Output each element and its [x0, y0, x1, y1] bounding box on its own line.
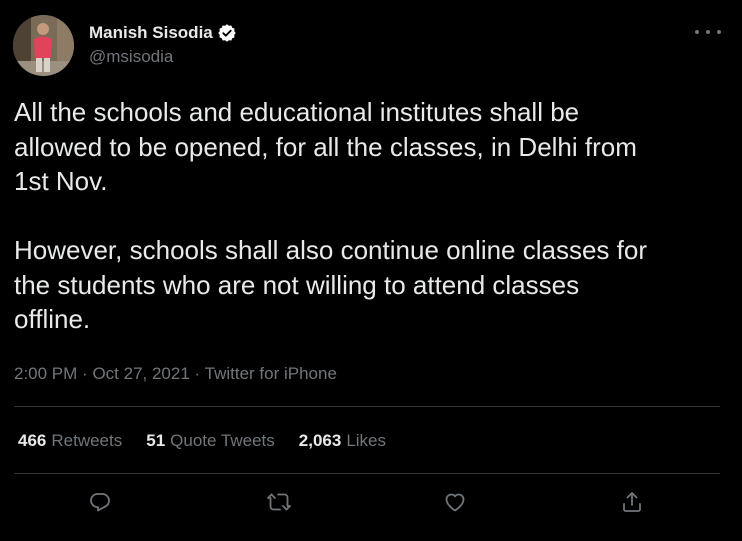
likes-label: Likes	[346, 431, 386, 450]
tweet-meta: 2:00 PM · Oct 27, 2021 · Twitter for iPh…	[14, 363, 337, 385]
reply-icon	[90, 493, 110, 512]
author-display-name[interactable]: Manish Sisodia	[89, 22, 213, 44]
quote-tweets-count: 51	[146, 431, 166, 450]
share-icon	[623, 492, 641, 512]
retweets-label: Retweets	[51, 431, 123, 450]
engagement-stats: 466 Retweets 51 Quote Tweets 2,063 Likes	[18, 430, 410, 452]
tweet-date[interactable]: Oct 27, 2021	[92, 364, 189, 383]
avatar[interactable]	[13, 15, 74, 76]
retweets-stat[interactable]: 466 Retweets	[18, 430, 122, 452]
divider	[14, 406, 720, 407]
divider	[14, 473, 720, 474]
tweet-time[interactable]: 2:00 PM	[14, 364, 77, 383]
share-button[interactable]	[619, 489, 645, 515]
meta-separator: ·	[82, 364, 88, 383]
likes-stat[interactable]: 2,063 Likes	[299, 430, 386, 452]
retweet-icon	[267, 493, 291, 511]
quote-tweets-stat[interactable]: 51 Quote Tweets	[146, 430, 275, 452]
retweet-button[interactable]	[266, 489, 292, 515]
meta-separator: ·	[194, 364, 201, 383]
reply-button[interactable]	[87, 489, 113, 515]
like-button[interactable]	[442, 489, 468, 515]
author-handle[interactable]: @msisodia	[89, 47, 173, 67]
retweets-count: 466	[18, 431, 47, 450]
like-icon	[445, 493, 465, 512]
quote-tweets-label: Quote Tweets	[170, 431, 275, 450]
author-name-row[interactable]: Manish Sisodia	[89, 22, 237, 44]
likes-count: 2,063	[298, 431, 342, 450]
tweet-text: All the schools and educational institut…	[14, 97, 648, 334]
tweet-source[interactable]: Twitter for iPhone	[205, 364, 337, 383]
more-options-icon[interactable]	[695, 22, 721, 42]
verified-badge-icon	[217, 23, 237, 43]
